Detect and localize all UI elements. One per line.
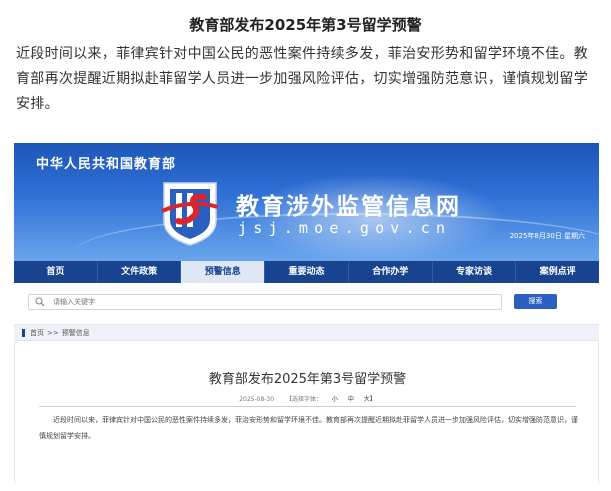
search-bar: 搜索 <box>14 289 599 313</box>
article-lead: 近段时间以来，菲律宾针对中国公民的恶性案件持续多发，菲治安形势和留学环境不佳。教… <box>16 46 588 112</box>
article-title: 教育部发布2025年第3号留学预警 <box>189 16 422 34</box>
content-title: 教育部发布2025年第3号留学预警 <box>208 372 407 387</box>
font-size-large[interactable]: 大】 <box>364 396 376 403</box>
nav-item-news[interactable]: 重要动态 <box>265 261 349 283</box>
font-size-label: 【选择字体： <box>285 396 322 403</box>
breadcrumb-separator: >> <box>47 329 59 337</box>
search-button[interactable]: 搜索 <box>514 294 557 309</box>
nav-item-interviews[interactable]: 专家访谈 <box>433 261 517 283</box>
ministry-name[interactable]: 中华人民共和国教育部 <box>36 153 176 172</box>
nav-item-cooperation[interactable]: 合作办学 <box>349 261 433 283</box>
search-field[interactable] <box>28 294 502 310</box>
nav-item-home[interactable]: 首页 <box>14 261 98 283</box>
breadcrumb-home[interactable]: 首页 <box>30 329 44 337</box>
article-panel: 教育部发布2025年第3号留学预警 2025-08-30 【选择字体： 小 中 … <box>14 342 599 483</box>
nav-item-cases[interactable]: 案例点评 <box>516 261 599 283</box>
search-input[interactable] <box>53 296 493 308</box>
content-date: 2025-08-30 <box>239 396 275 403</box>
embedded-website-screenshot: 中华人民共和国教育部 教育涉外监管信息网 jsj.moe.gov.cn 2025… <box>14 143 599 483</box>
nav-item-policy[interactable]: 文件政策 <box>98 261 182 283</box>
search-icon <box>35 297 45 307</box>
main-nav: 首页 文件政策 预警信息 重要动态 合作办学 专家访谈 案例点评 <box>14 261 599 283</box>
content-meta: 2025-08-30 【选择字体： 小 中 大】 <box>15 394 599 403</box>
site-logo-emblem-icon <box>161 182 219 246</box>
site-name: 教育涉外监管信息网 <box>236 194 461 220</box>
nav-item-warnings[interactable]: 预警信息 <box>181 261 266 283</box>
font-size-medium[interactable]: 中 <box>348 396 354 403</box>
site-domain: jsj.moe.gov.cn <box>238 219 452 237</box>
content-body: 近段时间以来，菲律宾针对中国公民的恶性案件持续多发，菲治安形势和留学环境不佳。教… <box>39 416 578 440</box>
breadcrumb-current[interactable]: 预警信息 <box>62 329 90 337</box>
banner-date: 2025年8月30日 星期六 <box>509 232 585 240</box>
breadcrumb: 首页 >> 预警信息 <box>14 324 599 341</box>
font-size-small[interactable]: 小 <box>332 396 338 403</box>
site-banner: 中华人民共和国教育部 教育涉外监管信息网 jsj.moe.gov.cn 2025… <box>14 143 599 261</box>
content-divider <box>39 406 576 407</box>
